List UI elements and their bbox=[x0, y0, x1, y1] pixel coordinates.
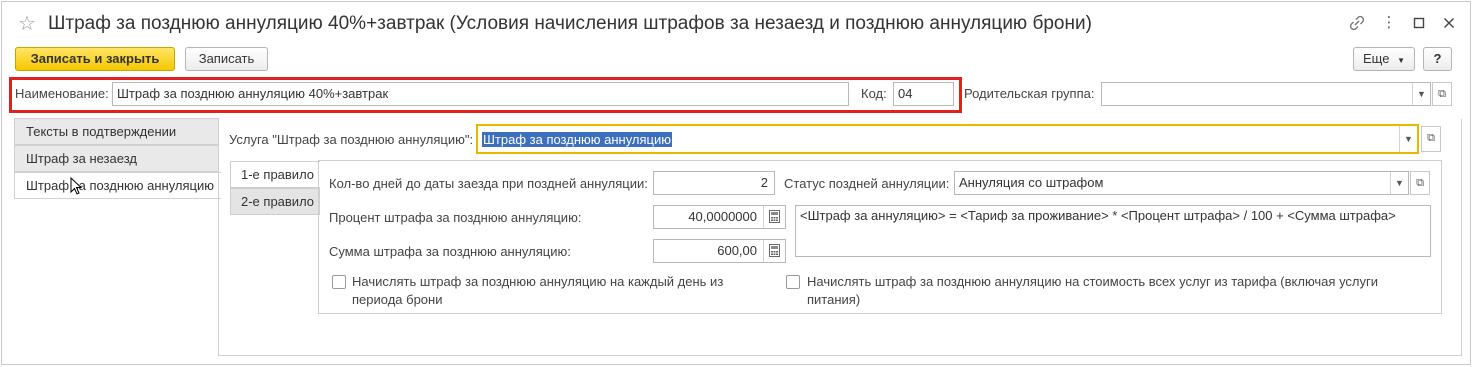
days-input[interactable]: 2 bbox=[653, 171, 775, 195]
per-day-checkbox[interactable] bbox=[332, 275, 346, 289]
tab-rule-2[interactable]: 2-е правило bbox=[230, 188, 320, 215]
mouse-cursor-icon bbox=[70, 176, 83, 198]
favorite-star-icon[interactable]: ☆ bbox=[18, 12, 36, 36]
form-window: ☆ Штраф за позднюю аннуляцию 40%+завтрак… bbox=[1, 1, 1471, 365]
code-input[interactable]: 04 bbox=[893, 82, 954, 106]
code-label: Код: bbox=[861, 86, 887, 101]
more-button[interactable]: Еще ▼ bbox=[1353, 47, 1415, 71]
link-icon[interactable] bbox=[1346, 12, 1368, 34]
close-icon[interactable] bbox=[1438, 12, 1460, 34]
tab-rule-1[interactable]: 1-е правило bbox=[230, 161, 320, 188]
all-services-checkbox[interactable] bbox=[786, 275, 800, 289]
sum-input[interactable]: 600,00 bbox=[653, 239, 786, 263]
sum-value: 600,00 bbox=[717, 243, 757, 258]
status-select[interactable]: Аннуляция со штрафом ▼ bbox=[954, 171, 1409, 195]
all-services-label: Начислять штраф за позднюю аннуляцию на … bbox=[807, 274, 1379, 307]
formula-field[interactable]: <Штраф за аннуляцию> = <Тариф за прожива… bbox=[795, 205, 1431, 257]
more-button-label: Еще bbox=[1363, 51, 1390, 66]
dropdown-arrow-icon[interactable]: ▼ bbox=[1399, 126, 1417, 152]
save-button[interactable]: Записать bbox=[185, 47, 268, 71]
dropdown-arrow-icon[interactable]: ▼ bbox=[1412, 83, 1430, 105]
tab-no-show-penalty[interactable]: Штраф за незаезд bbox=[14, 145, 219, 172]
days-label: Кол-во дней до даты заезда при поздней а… bbox=[329, 176, 648, 191]
tab-confirmation-texts[interactable]: Тексты в подтверждении bbox=[14, 118, 219, 145]
sum-label: Сумма штрафа за позднюю аннуляцию: bbox=[329, 244, 571, 259]
percent-label: Процент штрафа за позднюю аннуляцию: bbox=[329, 210, 582, 225]
status-label: Статус поздней аннуляции: bbox=[784, 176, 950, 191]
more-actions-icon[interactable]: ⋮ bbox=[1378, 12, 1400, 34]
percent-input[interactable]: 40,0000000 bbox=[653, 205, 786, 229]
per-day-label: Начислять штраф за позднюю аннуляцию на … bbox=[352, 274, 724, 307]
calculator-icon[interactable] bbox=[763, 240, 785, 262]
maximize-icon[interactable] bbox=[1408, 12, 1430, 34]
open-parent-icon[interactable]: ⧉ bbox=[1432, 82, 1452, 106]
parent-group-label: Родительская группа: bbox=[964, 86, 1095, 101]
name-label: Наименование: bbox=[15, 86, 109, 101]
calculator-icon[interactable] bbox=[763, 206, 785, 228]
service-select[interactable]: Штраф за позднюю аннуляцию ▼ bbox=[476, 124, 1419, 154]
name-input[interactable]: Штраф за позднюю аннуляцию 40%+завтрак bbox=[112, 82, 849, 106]
window-title: Штраф за позднюю аннуляцию 40%+завтрак (… bbox=[48, 13, 1092, 34]
open-service-icon[interactable]: ⧉ bbox=[1421, 126, 1441, 152]
save-and-close-button[interactable]: Записать и закрыть bbox=[15, 47, 175, 71]
dropdown-arrow-icon[interactable]: ▼ bbox=[1390, 172, 1408, 194]
parent-group-select[interactable]: ▼ bbox=[1101, 82, 1431, 106]
service-label: Услуга "Штраф за позднюю аннуляцию": bbox=[229, 132, 474, 147]
percent-value: 40,0000000 bbox=[688, 209, 757, 224]
status-value: Аннуляция со штрафом bbox=[959, 175, 1104, 190]
open-status-icon[interactable]: ⧉ bbox=[1410, 171, 1430, 195]
chevron-down-icon: ▼ bbox=[1397, 56, 1405, 65]
tab-late-cancellation-penalty[interactable]: Штраф за позднюю аннуляцию bbox=[14, 172, 221, 199]
help-button[interactable]: ? bbox=[1423, 47, 1452, 71]
service-value: Штраф за позднюю аннуляцию bbox=[482, 132, 672, 147]
